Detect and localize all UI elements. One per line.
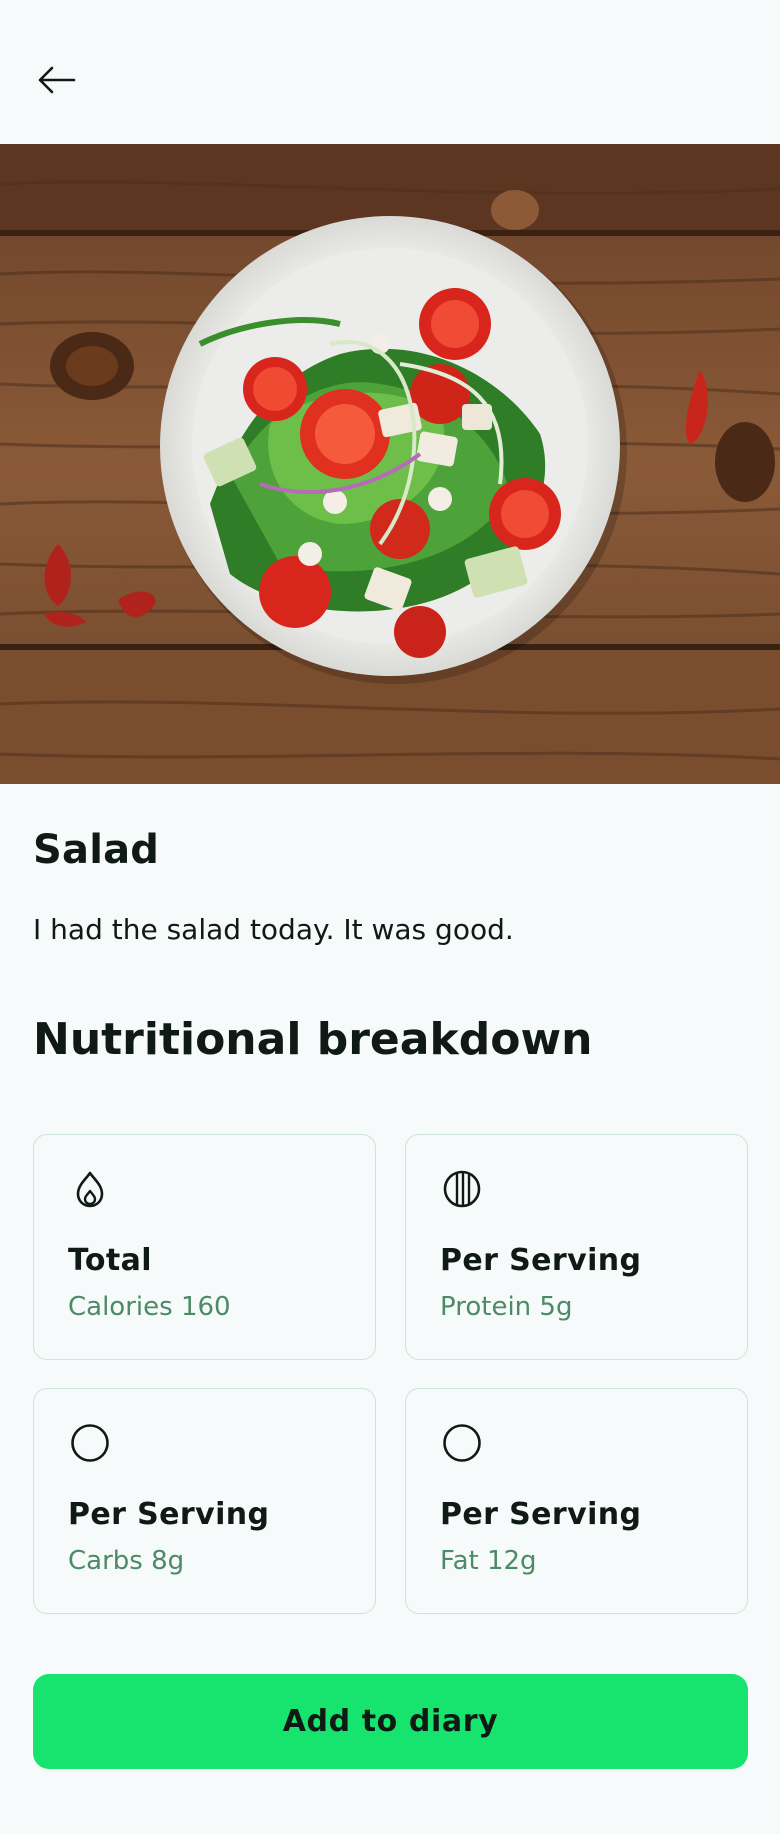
nutrition-card-fat[interactable]: Per Serving Fat 12g xyxy=(405,1388,748,1614)
card-value: Calories 160 xyxy=(68,1292,231,1322)
back-button[interactable] xyxy=(28,56,84,104)
circle-icon xyxy=(443,1424,481,1462)
card-value: Carbs 8g xyxy=(68,1546,185,1576)
flame-icon xyxy=(76,1171,104,1208)
nutrition-card-protein[interactable]: Per Serving Protein 5g xyxy=(405,1134,748,1360)
top-bar xyxy=(0,0,780,144)
card-label: Per Serving xyxy=(440,1243,642,1278)
meal-title: Salad xyxy=(33,827,160,873)
striped-circle-icon xyxy=(443,1170,481,1208)
card-label: Per Serving xyxy=(440,1497,642,1532)
card-label: Total xyxy=(68,1243,152,1278)
nutrition-card-calories[interactable]: Total Calories 160 xyxy=(33,1134,376,1360)
card-value: Fat 12g xyxy=(440,1546,537,1576)
card-value: Protein 5g xyxy=(440,1292,573,1322)
arrow-left-icon xyxy=(38,66,76,94)
salad-photo xyxy=(0,144,780,784)
card-label: Per Serving xyxy=(68,1497,270,1532)
circle-icon xyxy=(71,1424,109,1462)
nutrition-section-title: Nutritional breakdown xyxy=(33,1014,593,1065)
nutrition-card-carbs[interactable]: Per Serving Carbs 8g xyxy=(33,1388,376,1614)
meal-details: Salad I had the salad today. It was good… xyxy=(33,784,748,1614)
meal-description: I had the salad today. It was good. xyxy=(33,913,514,946)
add-to-diary-button[interactable]: Add to diary xyxy=(33,1674,748,1769)
